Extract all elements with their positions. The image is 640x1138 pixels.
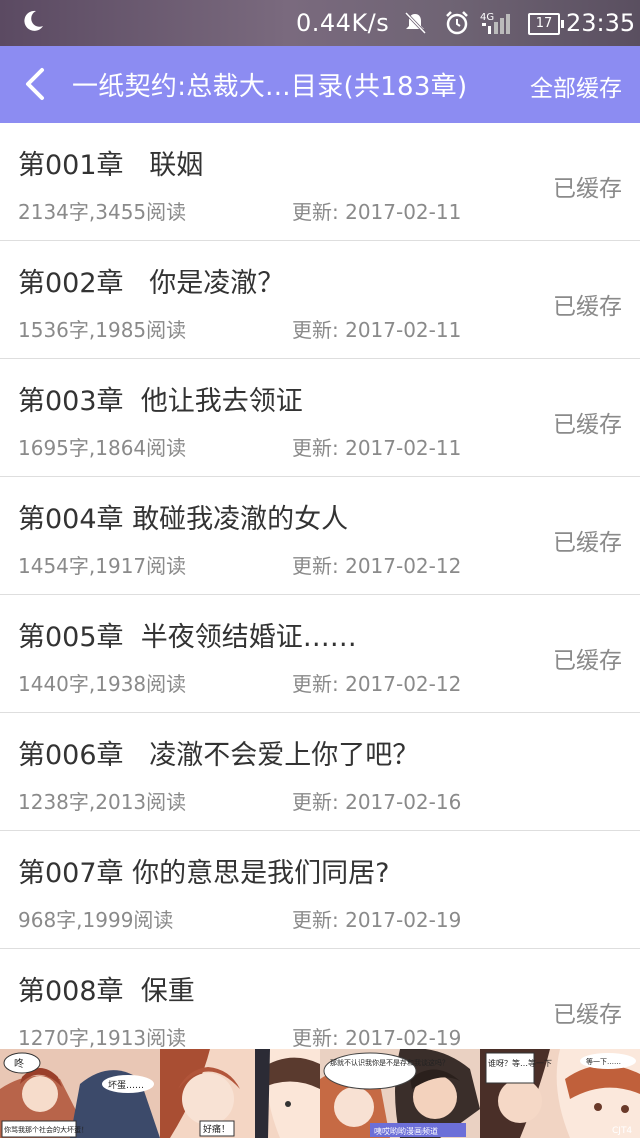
comic-banner-ad[interactable]: 咚 坏蛋…… 你骂我那个社会的大坏蛋！ 好痛！ 那就不认识我你是不是存和我谈这吗… xyxy=(0,1049,640,1138)
svg-text:4G: 4G xyxy=(480,12,494,23)
svg-text:好痛！: 好痛！ xyxy=(203,1123,230,1135)
chapter-updated: 更新: 2017-02-19 xyxy=(292,908,462,932)
comic-panel-2: 好痛！ xyxy=(160,1049,320,1138)
comic-illustration: 那就不认识我你是不是存和我谈这吗？ 咦哎哟哟漫画频道 xyxy=(320,1049,480,1138)
banner-badge: CJT4 xyxy=(612,1126,632,1136)
alarm-icon xyxy=(446,11,468,35)
cached-status: 已缓存 xyxy=(553,294,622,320)
chapter-stats: 1695字,1864阅读 xyxy=(18,436,187,460)
svg-text:坏蛋……: 坏蛋…… xyxy=(108,1079,144,1091)
chapter-title: 第005章 半夜领结婚证…… xyxy=(18,622,357,653)
comic-illustration: 谁呀？等…等一下 等一下…… CJT4 xyxy=(480,1049,640,1138)
comic-illustration: 好痛！ xyxy=(160,1049,320,1138)
chapter-updated: 更新: 2017-02-19 xyxy=(292,1026,462,1049)
svg-text:咦哎哟哟漫画频道: 咦哎哟哟漫画频道 xyxy=(374,1126,438,1136)
list-item[interactable]: 第003章 他让我去领证 1695字,1864阅读 更新: 2017-02-11… xyxy=(0,359,640,477)
svg-text:等一下……: 等一下…… xyxy=(586,1057,621,1066)
chapter-title: 第008章 保重 xyxy=(18,976,195,1007)
cached-status: 已缓存 xyxy=(553,530,622,556)
cached-status: 已缓存 xyxy=(553,1002,622,1028)
status-bar: 0.44K/s 4G 17 23:35 xyxy=(0,0,640,46)
chapter-stats: 1270字,1913阅读 xyxy=(18,1026,187,1049)
signal-4g-icon: 4G xyxy=(480,12,510,34)
chapter-stats: 968字,1999阅读 xyxy=(18,908,174,932)
comic-panel-3: 那就不认识我你是不是存和我谈这吗？ 咦哎哟哟漫画频道 xyxy=(320,1049,480,1138)
comic-panel-1: 咚 坏蛋…… 你骂我那个社会的大坏蛋！ xyxy=(0,1049,160,1138)
comic-illustration: 咚 坏蛋…… 你骂我那个社会的大坏蛋！ xyxy=(0,1049,160,1138)
svg-text:那就不认识我你是不是存和我谈这吗？: 那就不认识我你是不是存和我谈这吗？ xyxy=(330,1058,449,1067)
network-speed: 0.44K/s xyxy=(296,9,390,37)
chapter-updated: 更新: 2017-02-12 xyxy=(292,672,462,696)
chapter-title: 第001章 联姻 xyxy=(18,150,204,181)
app-header: 一纸契约:总裁大...目录(共183章) 全部缓存 xyxy=(0,46,640,123)
chapter-title: 第003章 他让我去领证 xyxy=(18,386,303,417)
svg-text:你骂我那个社会的大坏蛋！: 你骂我那个社会的大坏蛋！ xyxy=(4,1125,88,1134)
cached-status: 已缓存 xyxy=(553,412,622,438)
moon-icon xyxy=(24,10,43,31)
chapter-stats: 1536字,1985阅读 xyxy=(18,318,187,342)
chapter-updated: 更新: 2017-02-16 xyxy=(292,790,462,814)
chapter-updated: 更新: 2017-02-11 xyxy=(292,200,462,224)
svg-text:咚: 咚 xyxy=(14,1057,24,1070)
chapter-updated: 更新: 2017-02-11 xyxy=(292,318,462,342)
battery-icon: 17 xyxy=(528,13,564,35)
chapter-title: 第007章 你的意思是我们同居? xyxy=(18,858,390,889)
cached-status: 已缓存 xyxy=(553,176,622,202)
chapter-title: 第002章 你是凌澈？ xyxy=(18,268,285,299)
list-item[interactable]: 第002章 你是凌澈？ 1536字,1985阅读 更新: 2017-02-11 … xyxy=(0,241,640,359)
cached-status: 已缓存 xyxy=(553,648,622,674)
list-item[interactable]: 第008章 保重 1270字,1913阅读 更新: 2017-02-19 已缓存 xyxy=(0,949,640,1049)
chapter-list: 第001章 联姻 2134字,3455阅读 更新: 2017-02-11 已缓存… xyxy=(0,123,640,1049)
list-item[interactable]: 第007章 你的意思是我们同居? 968字,1999阅读 更新: 2017-02… xyxy=(0,831,640,949)
chapter-stats: 2134字,3455阅读 xyxy=(18,200,187,224)
chapter-title: 第004章 敢碰我凌澈的女人 xyxy=(18,504,349,535)
back-arrow-icon[interactable] xyxy=(18,64,58,104)
list-item[interactable]: 第001章 联姻 2134字,3455阅读 更新: 2017-02-11 已缓存 xyxy=(0,123,640,241)
cache-all-button[interactable]: 全部缓存 xyxy=(530,69,622,103)
clock: 23:35 xyxy=(566,9,636,37)
chapter-stats: 1454字,1917阅读 xyxy=(18,554,187,578)
comic-panel-4: 谁呀？等…等一下 等一下…… CJT4 xyxy=(480,1049,640,1138)
page-title: 一纸契约:总裁大...目录(共183章) xyxy=(72,72,468,102)
chapter-updated: 更新: 2017-02-12 xyxy=(292,554,462,578)
mute-icon xyxy=(404,11,427,35)
list-item[interactable]: 第005章 半夜领结婚证…… 1440字,1938阅读 更新: 2017-02-… xyxy=(0,595,640,713)
svg-text:谁呀？等…等一下: 谁呀？等…等一下 xyxy=(488,1058,552,1068)
list-item[interactable]: 第006章 凌澈不会爱上你了吧？ 1238字,2013阅读 更新: 2017-0… xyxy=(0,713,640,831)
chapter-updated: 更新: 2017-02-11 xyxy=(292,436,462,460)
list-item[interactable]: 第004章 敢碰我凌澈的女人 1454字,1917阅读 更新: 2017-02-… xyxy=(0,477,640,595)
chapter-stats: 1440字,1938阅读 xyxy=(18,672,187,696)
chapter-stats: 1238字,2013阅读 xyxy=(18,790,187,814)
chapter-title: 第006章 凌澈不会爱上你了吧？ xyxy=(18,740,420,771)
